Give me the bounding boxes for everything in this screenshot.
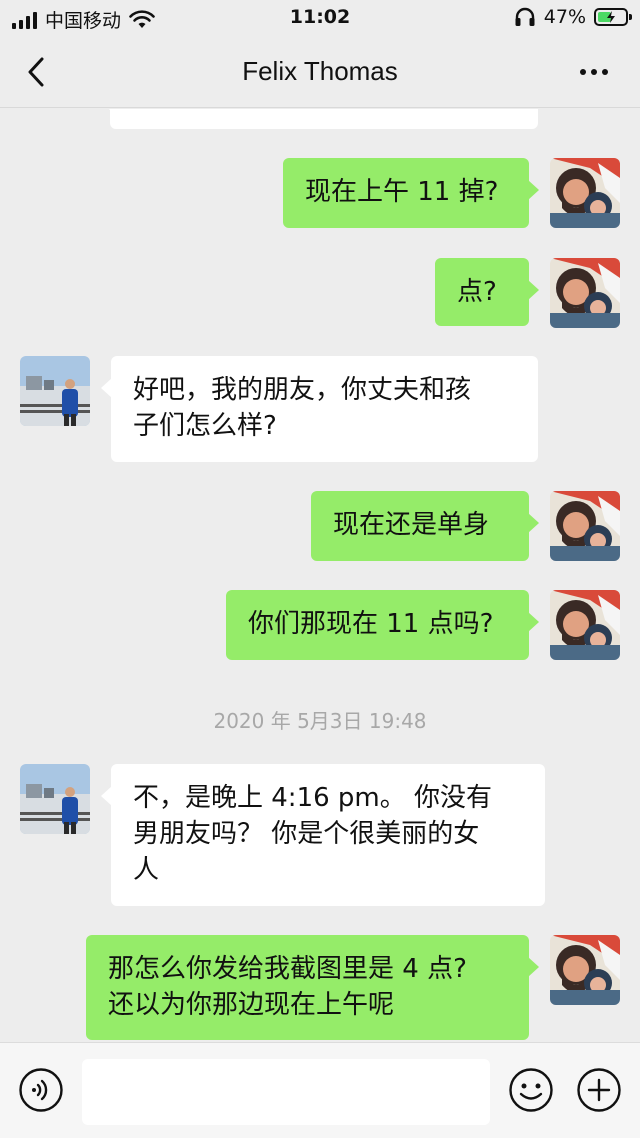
battery-charging-icon <box>594 8 632 26</box>
message-bubble-outgoing[interactable]: 现在还是单身 <box>311 491 539 561</box>
battery-percent: 47% <box>543 6 586 28</box>
message-timestamp: 2020 年 5月3日 19:48 <box>213 709 427 733</box>
message-bubble-incoming-partial[interactable] <box>100 109 538 129</box>
avatar-contact[interactable] <box>20 764 90 834</box>
message-text: 子们怎么样? <box>133 411 277 441</box>
message-text: 不，是晚上 4:16 pm。 你没有 <box>133 783 493 813</box>
message-text: 你们那现在 11 点吗? <box>248 609 494 639</box>
message-text: 男朋友吗？ 你是个很美丽的女 <box>133 819 480 849</box>
message-bubble-outgoing[interactable]: 点? <box>435 258 539 326</box>
message-text: 那怎么你发给我截图里是 4 点? <box>108 954 467 984</box>
emoji-icon[interactable] <box>508 1067 554 1113</box>
chat-title: Felix Thomas <box>242 56 398 86</box>
message-list[interactable]: 现在上午 11 掉? 点? 好吧，我的朋友，你丈夫和孩 子们怎么样? 现在还是单… <box>0 109 640 1042</box>
voice-icon[interactable] <box>18 1067 64 1113</box>
chat-header: Felix Thomas <box>0 36 640 108</box>
avatar-contact[interactable] <box>20 356 90 426</box>
message-text: 还以为你那边现在上午呢 <box>108 990 395 1020</box>
message-bubble-incoming[interactable]: 好吧，我的朋友，你丈夫和孩 子们怎么样? <box>101 356 538 462</box>
more-dots-icon[interactable] <box>576 62 612 82</box>
avatar-self[interactable] <box>550 935 620 1005</box>
avatar-self[interactable] <box>550 258 620 328</box>
avatar-self[interactable] <box>550 590 620 660</box>
message-bubble-outgoing[interactable]: 你们那现在 11 点吗? <box>226 590 539 660</box>
message-input[interactable] <box>82 1059 490 1125</box>
message-text: 人 <box>133 855 160 885</box>
message-bubble-incoming[interactable]: 不，是晚上 4:16 pm。 你没有 男朋友吗？ 你是个很美丽的女 人 <box>101 764 545 906</box>
message-text: 点? <box>457 277 497 307</box>
avatar-self[interactable] <box>550 158 620 228</box>
plus-icon[interactable] <box>576 1067 622 1113</box>
message-text: 现在上午 11 掉? <box>305 177 499 207</box>
message-bubble-outgoing[interactable]: 那怎么你发给我截图里是 4 点? 还以为你那边现在上午呢 <box>86 935 539 1040</box>
input-bar <box>0 1042 640 1138</box>
message-text: 好吧，我的朋友，你丈夫和孩 <box>133 375 472 405</box>
message-text: 现在还是单身 <box>333 510 490 540</box>
headphones-icon <box>515 7 535 26</box>
message-bubble-outgoing[interactable]: 现在上午 11 掉? <box>283 158 539 228</box>
avatar-self[interactable] <box>550 491 620 561</box>
status-bar: 中国移动 11:02 47% <box>0 0 640 36</box>
